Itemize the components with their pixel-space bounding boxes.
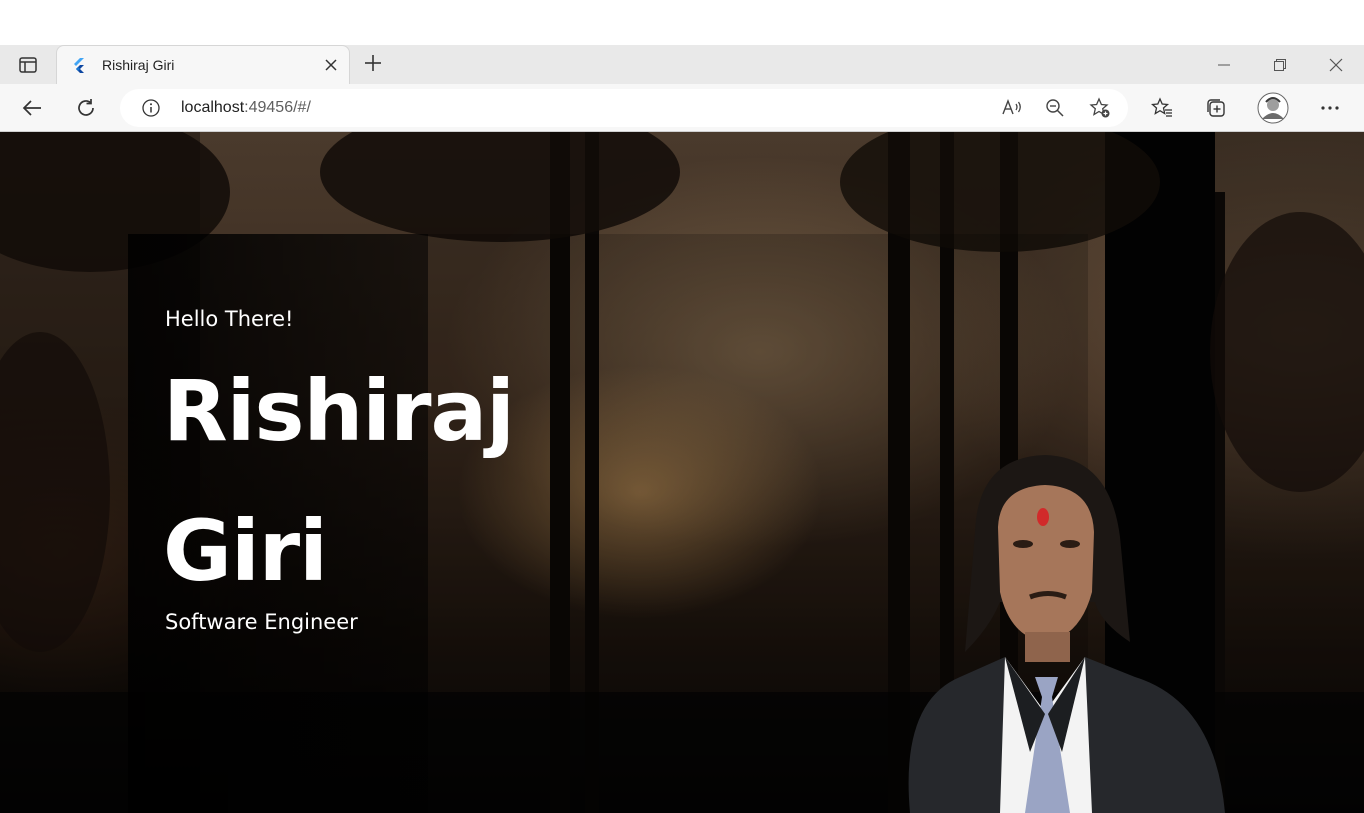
close-window-icon[interactable] — [1308, 45, 1364, 84]
url-host: localhost — [181, 99, 245, 116]
tab-actions-icon[interactable] — [8, 52, 48, 78]
address-bar[interactable]: localhost:49456/#/ — [120, 89, 1128, 127]
browser-toolbar: localhost:49456/#/ — [0, 84, 1364, 132]
favorites-icon[interactable] — [1146, 92, 1178, 124]
url-text[interactable]: localhost:49456/#/ — [181, 99, 311, 117]
new-tab-button[interactable] — [362, 52, 384, 74]
flutter-icon — [71, 57, 87, 73]
avatar[interactable] — [1257, 92, 1289, 124]
minimize-icon[interactable] — [1196, 45, 1252, 84]
zoom-out-icon[interactable] — [1041, 94, 1069, 122]
url-path: :49456/#/ — [244, 99, 311, 116]
close-tab-icon[interactable] — [323, 57, 339, 73]
window-controls — [1196, 45, 1364, 84]
collections-icon[interactable] — [1200, 92, 1232, 124]
restore-icon[interactable] — [1252, 45, 1308, 84]
profile-photo — [908, 455, 1225, 813]
info-icon[interactable] — [142, 99, 160, 117]
star-add-icon[interactable] — [1086, 94, 1114, 122]
role-text: Software Engineer — [165, 610, 358, 634]
greeting-text: Hello There! — [165, 307, 294, 331]
tab-title: Rishiraj Giri — [102, 57, 175, 73]
more-icon[interactable] — [1314, 92, 1346, 124]
screen-top-strip — [0, 0, 1364, 45]
back-arrow-icon[interactable] — [16, 92, 48, 124]
read-aloud-icon[interactable] — [998, 94, 1026, 122]
refresh-icon[interactable] — [70, 92, 102, 124]
name-first: Rishiraj — [163, 362, 515, 460]
tab-active[interactable]: Rishiraj Giri — [56, 45, 350, 84]
name-last: Giri — [163, 502, 328, 600]
web-page-content: Hello There! Rishiraj Giri Software Engi… — [0, 132, 1364, 813]
tab-bar: Rishiraj Giri — [0, 45, 1364, 85]
